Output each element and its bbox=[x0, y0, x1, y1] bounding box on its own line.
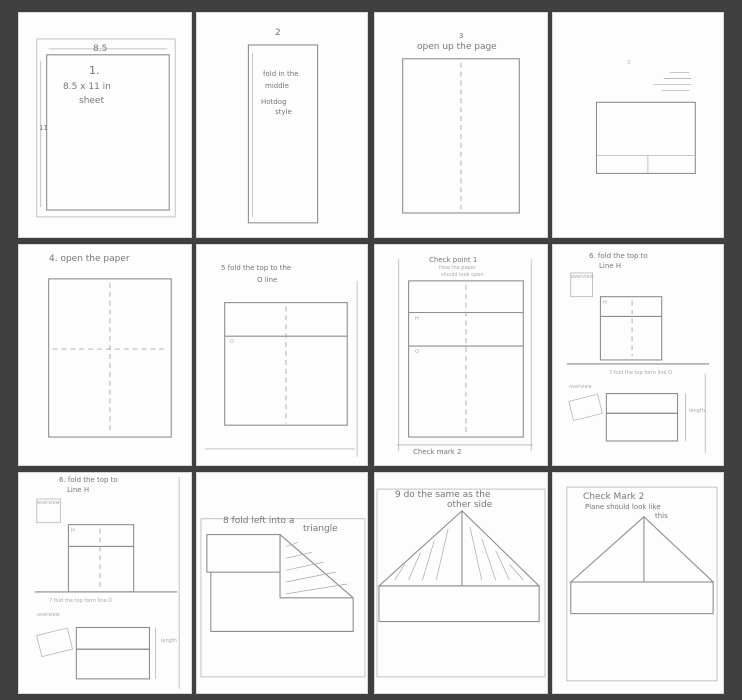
step-1-panel: 8.5 11 1. 8.5 x 11 in sheet bbox=[18, 12, 192, 238]
step-6-b-overview: overview bbox=[37, 612, 60, 618]
checkpoint-1-panel: Check point 1 How the paper should look … bbox=[374, 244, 548, 466]
checkmark-2-panel: Check Mark 2 Plane should look like this bbox=[552, 472, 724, 694]
step-5-mark-o: O bbox=[230, 339, 234, 345]
step-2-panel: 2 fold in the middle Hotdog style bbox=[196, 12, 368, 238]
step-6-panel-a: 6. fold the top to Line H overview H 7 f… bbox=[552, 244, 724, 466]
step-3-subtitle: open up the page bbox=[417, 42, 497, 52]
step-8-subtitle: triangle bbox=[303, 524, 338, 534]
step-6-a-mark-h: H bbox=[603, 300, 607, 306]
step-6-b-badge: overview bbox=[37, 500, 60, 506]
step-6-a-title: 6. fold the top to bbox=[589, 252, 648, 260]
step-5-subtitle: O line bbox=[257, 276, 278, 284]
checkpoint-1-subtitle-2: should look open bbox=[441, 272, 484, 278]
step-6-a-length: length bbox=[689, 408, 705, 414]
step-8-panel: 8 fold left into a triangle bbox=[196, 472, 368, 694]
checkpoint-1-mark-h: H bbox=[415, 316, 419, 322]
step-6-a-subtitle: Line H bbox=[599, 262, 622, 270]
step-3-panel: 3 open up the page bbox=[374, 12, 548, 238]
step-4-title: 4. open the paper bbox=[49, 254, 130, 264]
step-1-dimension: 8.5 bbox=[93, 44, 108, 54]
checkpoint-1-subtitle: How the paper bbox=[439, 265, 476, 271]
step-5-title: 5 fold the top to the bbox=[221, 264, 292, 272]
checkpoint-1-title: Check point 1 bbox=[429, 256, 478, 264]
checkpoint-1-footer: Check mark 2 bbox=[413, 448, 462, 456]
step-2-line-2: middle bbox=[265, 82, 289, 90]
step-6-a-badge: overview bbox=[571, 274, 594, 280]
step-1-line-1: 8.5 x 11 in bbox=[63, 82, 111, 92]
step-9-subtitle: other side bbox=[447, 500, 493, 510]
step-4-drawing bbox=[48, 278, 172, 438]
step-1-side-label: 11 bbox=[39, 124, 48, 132]
step-2-drawing bbox=[247, 44, 319, 224]
step-6-b-length: length bbox=[161, 638, 177, 644]
step-6-b-step-7: 7 fold the top form line O bbox=[49, 598, 113, 604]
step-3b-drawing bbox=[595, 72, 696, 174]
step-5-drawing bbox=[204, 280, 358, 457]
checkmark-2-title: Check Mark 2 bbox=[583, 492, 645, 502]
step-2-line-3: Hotdog bbox=[261, 98, 287, 106]
step-1-line-2: sheet bbox=[79, 96, 104, 106]
step-6-b-subtitle: Line H bbox=[67, 486, 90, 494]
step-2-title: 2 bbox=[275, 28, 281, 38]
step-6-a-step-7: 7 fold the top form line O bbox=[609, 370, 673, 376]
step-3b-panel: 3 bbox=[552, 12, 724, 238]
step-6-b-mark-h: H bbox=[71, 528, 75, 534]
step-1-title: 1. bbox=[89, 64, 100, 77]
step-3-title: 3 bbox=[459, 32, 464, 40]
step-2-line-4: style bbox=[275, 108, 292, 116]
step-6-panel-b: 6. fold the top to Line H overview H 7 f… bbox=[18, 472, 192, 694]
step-2-line-1: fold in the bbox=[263, 70, 299, 78]
step-8-title: 8 fold left into a bbox=[223, 516, 295, 526]
checkmark-2-subtitle: Plane should look like bbox=[585, 503, 661, 511]
step-6-a-overview: overview bbox=[569, 384, 592, 390]
step-4-panel: 4. open the paper bbox=[18, 244, 192, 466]
checkmark-2-subtitle-2: this bbox=[655, 512, 668, 520]
step-6-b-title: 6. fold the top to bbox=[59, 476, 118, 484]
step-9-panel: 9 do the same as the other side bbox=[374, 472, 548, 694]
checkpoint-1-mark-o: O bbox=[415, 349, 419, 355]
step-5-panel: 5 fold the top to the O line O bbox=[196, 244, 368, 466]
step-8-drawing bbox=[200, 518, 366, 678]
step-3b-title: 3 bbox=[627, 60, 631, 66]
